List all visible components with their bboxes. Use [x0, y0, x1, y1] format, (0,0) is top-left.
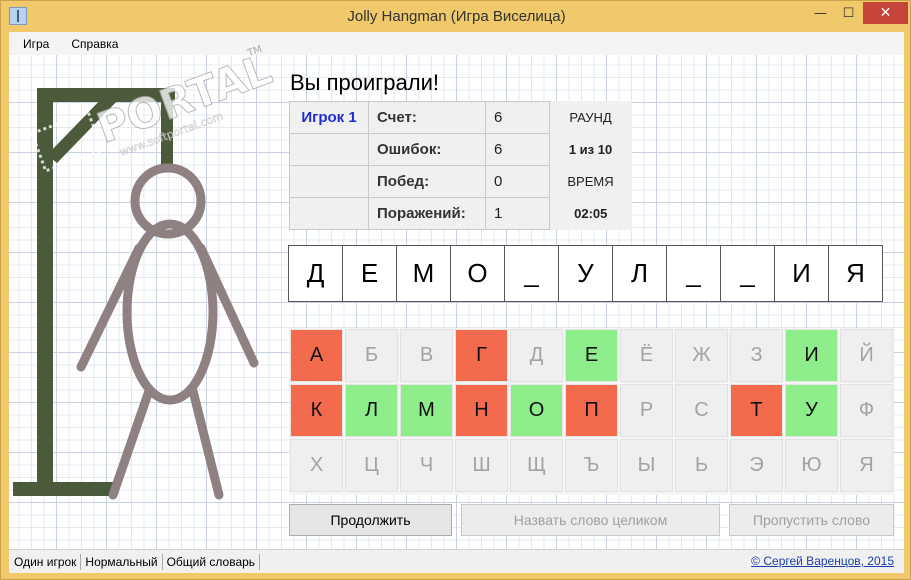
- letter-key[interactable]: Ю: [785, 439, 838, 492]
- hangman-drawing: [13, 88, 259, 500]
- letter-key[interactable]: Ж: [675, 329, 728, 382]
- stat-label: Побед:: [368, 165, 486, 198]
- letter-key[interactable]: Э: [730, 439, 783, 492]
- client-area: Игра Справка PORTAL TM www.softportal.co…: [9, 32, 904, 573]
- menu-help[interactable]: Справка: [63, 37, 126, 51]
- game-result: Вы проиграли!: [290, 70, 440, 95]
- status-bar: Один игрок Нормальный Общий словарь © Се…: [9, 549, 904, 573]
- letter-key[interactable]: Я: [840, 439, 893, 492]
- letter-key[interactable]: К: [290, 384, 343, 437]
- time-label: ВРЕМЯ: [549, 165, 632, 198]
- stat-label: Счет:: [368, 101, 486, 134]
- letter-key[interactable]: Б: [345, 329, 398, 382]
- word-letter: _: [720, 245, 775, 302]
- letter-key[interactable]: Ц: [345, 439, 398, 492]
- letter-key[interactable]: М: [400, 384, 453, 437]
- player-cell-empty: [289, 197, 369, 230]
- stats-table: Игрок 1 Счет: 6 РАУНД Ошибок: 6 1 из 10 …: [289, 101, 632, 230]
- figure-left-leg: [108, 386, 154, 500]
- letter-key[interactable]: Й: [840, 329, 893, 382]
- menu-game[interactable]: Игра: [15, 37, 57, 51]
- title-bar[interactable]: Jolly Hangman (Игра Виселица) — ☐ ✕: [1, 1, 911, 32]
- gallows-base: [13, 482, 117, 496]
- copyright-link[interactable]: © Сергей Варенцов, 2015: [751, 554, 894, 568]
- stat-value: 6: [485, 101, 550, 134]
- letter-key[interactable]: Е: [565, 329, 618, 382]
- letter-key[interactable]: Л: [345, 384, 398, 437]
- player-cell-empty: [289, 133, 369, 166]
- player-name: Игрок 1: [289, 101, 369, 134]
- skip-word-button[interactable]: Пропустить слово: [729, 504, 894, 536]
- app-window: Jolly Hangman (Игра Виселица) — ☐ ✕ Игра…: [0, 0, 911, 580]
- word-letter: О: [450, 245, 505, 302]
- word-letter: М: [396, 245, 451, 302]
- app-icon: [9, 7, 27, 25]
- stat-value: 0: [485, 165, 550, 198]
- time-value: 02:05: [549, 197, 632, 230]
- minimize-button[interactable]: —: [807, 2, 834, 24]
- letter-key[interactable]: Ё: [620, 329, 673, 382]
- window-title: Jolly Hangman (Игра Виселица): [347, 8, 566, 25]
- letter-key[interactable]: Г: [455, 329, 508, 382]
- letter-key[interactable]: Х: [290, 439, 343, 492]
- letter-key[interactable]: У: [785, 384, 838, 437]
- letter-key[interactable]: Т: [730, 384, 783, 437]
- word-letter: Е: [342, 245, 397, 302]
- close-icon: ✕: [879, 5, 892, 21]
- status-dictionary: Общий словарь: [163, 553, 261, 570]
- word-letter: _: [504, 245, 559, 302]
- letter-key[interactable]: Ы: [620, 439, 673, 492]
- player-cell-empty: [289, 165, 369, 198]
- continue-button[interactable]: Продолжить: [289, 504, 452, 536]
- letter-key[interactable]: Щ: [510, 439, 563, 492]
- close-button[interactable]: ✕: [863, 2, 908, 24]
- maximize-button[interactable]: ☐: [835, 2, 862, 24]
- letter-key[interactable]: П: [565, 384, 618, 437]
- maximize-icon: ☐: [842, 5, 855, 21]
- stat-value: 6: [485, 133, 550, 166]
- word-letter: Я: [828, 245, 883, 302]
- word-letter: Д: [288, 245, 343, 302]
- letter-key[interactable]: Ч: [400, 439, 453, 492]
- letter-key[interactable]: Н: [455, 384, 508, 437]
- letter-key[interactable]: И: [785, 329, 838, 382]
- gallows-post: [37, 88, 53, 488]
- word-letter: Л: [612, 245, 667, 302]
- letter-key[interactable]: Д: [510, 329, 563, 382]
- minimize-icon: —: [814, 5, 827, 21]
- letter-key[interactable]: В: [400, 329, 453, 382]
- guess-word-button[interactable]: Назвать слово целиком: [461, 504, 720, 536]
- letter-key[interactable]: Ш: [455, 439, 508, 492]
- letter-key[interactable]: А: [290, 329, 343, 382]
- figure-right-leg: [188, 386, 224, 500]
- letter-key[interactable]: Ъ: [565, 439, 618, 492]
- letter-keyboard: А Б В Г Д Е Ё Ж З И Й К Л М Н О П Р С Т …: [289, 328, 894, 495]
- word-letter: У: [558, 245, 613, 302]
- word-letter: _: [666, 245, 721, 302]
- word-letter: И: [774, 245, 829, 302]
- hanged-man: [76, 163, 259, 500]
- letter-key[interactable]: З: [730, 329, 783, 382]
- letter-key[interactable]: О: [510, 384, 563, 437]
- round-value: 1 из 10: [549, 133, 632, 166]
- round-label: РАУНД: [549, 101, 632, 134]
- gallows: [13, 88, 175, 496]
- letter-key[interactable]: Р: [620, 384, 673, 437]
- stat-value: 1: [485, 197, 550, 230]
- letter-key[interactable]: Ф: [840, 384, 893, 437]
- letter-key[interactable]: С: [675, 384, 728, 437]
- status-difficulty: Нормальный: [81, 553, 163, 570]
- status-mode: Один игрок: [9, 553, 82, 570]
- letter-key[interactable]: Ь: [675, 439, 728, 492]
- word-display: Д Е М О _ У Л _ _ И Я: [288, 245, 883, 302]
- stat-label: Поражений:: [368, 197, 486, 230]
- stat-label: Ошибок:: [368, 133, 486, 166]
- gallows-rope: [161, 95, 173, 167]
- menu-bar: Игра Справка: [9, 32, 904, 55]
